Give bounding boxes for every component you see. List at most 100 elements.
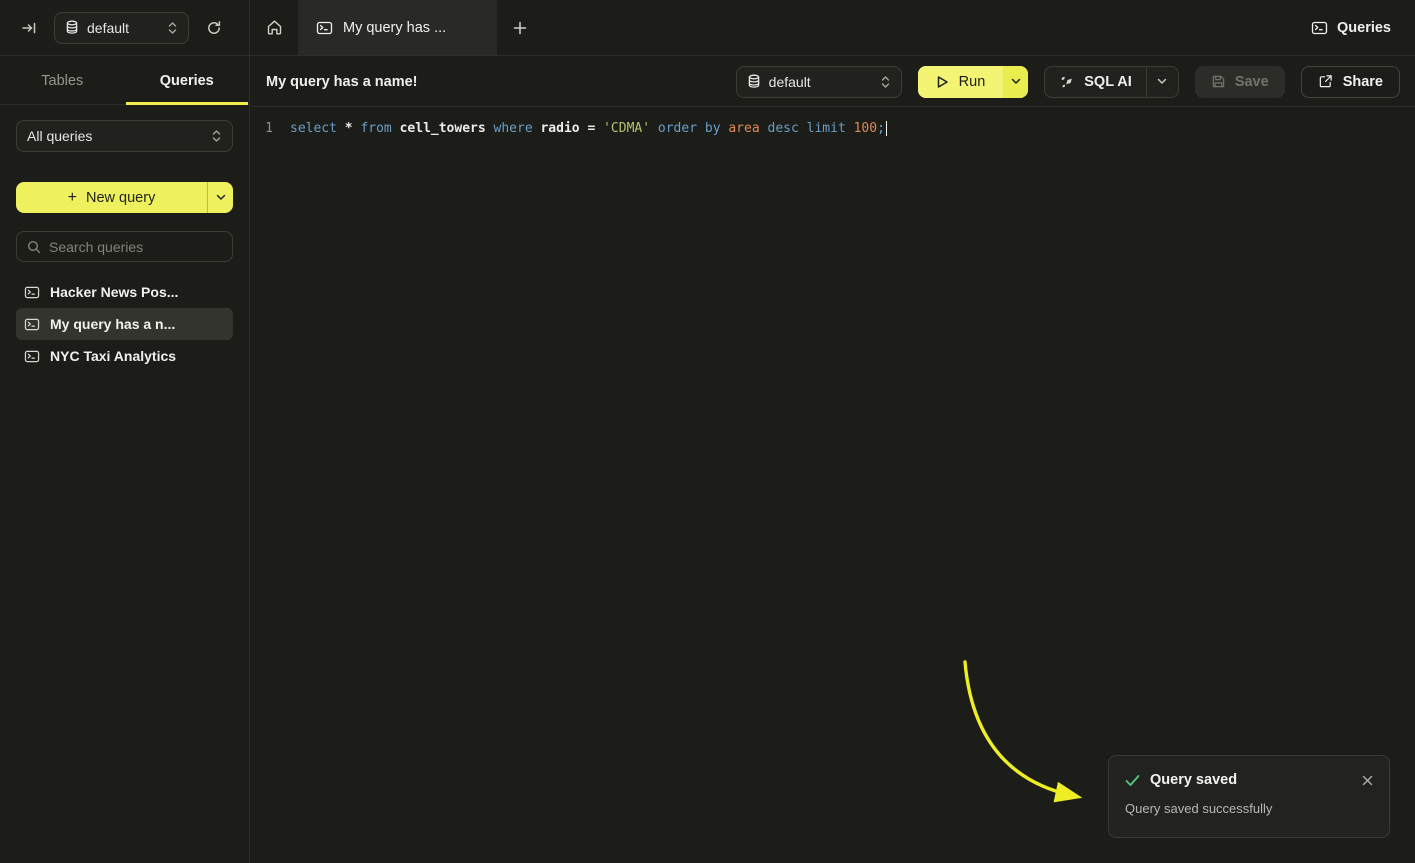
sql-token-identifier: cell_towers (400, 121, 494, 136)
terminal-icon (24, 317, 40, 332)
sql-token-identifier: * (345, 121, 361, 136)
new-query-main[interactable]: + New query (16, 182, 207, 213)
sidebar-tab-queries-label: Queries (160, 73, 214, 89)
queries-button-label: Queries (1337, 20, 1391, 36)
save-button-label: Save (1235, 74, 1269, 90)
sql-token-keyword: desc (768, 121, 807, 136)
collapse-sidebar-icon (21, 20, 37, 36)
sql-ai-label: SQL AI (1084, 74, 1132, 90)
plus-icon (513, 21, 527, 35)
check-icon (1125, 774, 1140, 787)
tab-underline (126, 102, 249, 105)
terminal-icon (316, 20, 333, 36)
main-area: My query has a name! default (251, 57, 1415, 863)
play-icon (936, 75, 949, 89)
chevron-updown-icon (880, 75, 891, 89)
sidebar-tab-tables-label: Tables (41, 73, 83, 89)
toast-query-saved: Query saved Query saved successfully (1108, 755, 1390, 838)
share-button-label: Share (1343, 74, 1383, 90)
save-button[interactable]: Save (1195, 66, 1285, 98)
line-number: 1 (251, 121, 273, 136)
sql-token-keyword: ; (877, 121, 885, 136)
sql-token-string: 'CDMA' (603, 121, 658, 136)
toast-header: Query saved (1125, 772, 1373, 788)
run-button[interactable]: Run (918, 66, 1029, 98)
terminal-icon (24, 285, 40, 300)
sql-ai-button[interactable]: SQL AI (1044, 66, 1179, 98)
home-icon (266, 19, 283, 36)
close-icon[interactable] (1362, 775, 1373, 786)
sql-code: select * from cell_towers where radio = … (290, 121, 885, 136)
database-icon (65, 20, 79, 35)
run-button-label: Run (959, 74, 986, 90)
code-line[interactable]: 1 select * from cell_towers where radio … (251, 118, 1415, 139)
terminal-icon (24, 349, 40, 364)
new-tab-button[interactable] (497, 0, 543, 55)
chevron-updown-icon (211, 129, 222, 143)
refresh-icon (206, 20, 222, 36)
chevron-down-icon (216, 194, 226, 201)
plus-icon: + (68, 190, 77, 206)
query-filter-select[interactable]: All queries (16, 120, 233, 152)
new-query-dropdown[interactable] (207, 182, 233, 213)
run-dropdown[interactable] (1003, 66, 1028, 98)
tab-my-query[interactable]: My query has ... (298, 0, 497, 55)
search-icon (27, 240, 41, 254)
query-list: Hacker News Pos... My query has a n... N… (16, 276, 233, 372)
chevron-updown-icon (167, 21, 178, 35)
sql-token-keyword: from (360, 121, 399, 136)
database-select[interactable]: default (54, 12, 189, 44)
chevron-down-icon (1157, 78, 1167, 85)
topbar: default (0, 0, 1415, 56)
home-button[interactable] (250, 0, 298, 55)
sql-ai-dropdown[interactable] (1146, 67, 1178, 97)
sql-token-keyword: select (290, 121, 345, 136)
share-icon (1318, 74, 1333, 89)
sidebar-tab-tables[interactable]: Tables (0, 57, 125, 104)
queries-button[interactable]: Queries (1299, 0, 1415, 55)
sidebar-body: All queries + New query (0, 105, 249, 372)
search-queries-box (16, 231, 233, 262)
sql-token-identifier: = (587, 121, 603, 136)
sql-ai-main[interactable]: SQL AI (1045, 67, 1146, 97)
topbar-left-section: default (0, 0, 250, 55)
tab-strip: My query has ... Queries (250, 0, 1415, 55)
query-filter-value: All queries (27, 128, 203, 144)
sql-token-field: area (728, 121, 767, 136)
run-database-value: default (769, 74, 872, 90)
collapse-sidebar-button[interactable] (14, 13, 44, 43)
query-item-label: NYC Taxi Analytics (50, 348, 176, 364)
sparkles-icon (1059, 74, 1075, 90)
sidebar-tab-queries[interactable]: Queries (125, 57, 250, 104)
new-query-button[interactable]: + New query (16, 182, 233, 213)
toast-title: Query saved (1150, 772, 1352, 788)
sql-token-identifier: radio (540, 121, 587, 136)
new-query-label: New query (86, 190, 155, 206)
database-select-value: default (87, 20, 159, 36)
chevron-down-icon (1011, 78, 1021, 85)
sidebar: Tables Queries All queries + New query (0, 57, 250, 863)
database-icon (747, 74, 761, 89)
save-icon (1211, 74, 1226, 89)
query-toolbar: My query has a name! default (251, 57, 1415, 107)
query-title: My query has a name! (266, 74, 736, 90)
sql-token-keyword: order by (658, 121, 728, 136)
run-button-main[interactable]: Run (918, 66, 1004, 98)
query-list-item[interactable]: Hacker News Pos... (16, 276, 233, 308)
sql-token-number: 100 (854, 121, 877, 136)
sql-token-keyword: limit (807, 121, 854, 136)
query-list-item[interactable]: NYC Taxi Analytics (16, 340, 233, 372)
search-queries-input[interactable] (49, 239, 230, 255)
toolbar-controls: default Run (736, 66, 1400, 98)
query-list-item-selected[interactable]: My query has a n... (16, 308, 233, 340)
sql-editor[interactable]: 1 select * from cell_towers where radio … (251, 107, 1415, 139)
query-item-label: Hacker News Pos... (50, 284, 178, 300)
sql-token-keyword: where (494, 121, 541, 136)
terminal-icon (1311, 20, 1328, 36)
tab-label: My query has ... (343, 20, 446, 36)
toast-message: Query saved successfully (1121, 801, 1373, 816)
share-button[interactable]: Share (1301, 66, 1400, 98)
refresh-button[interactable] (199, 13, 229, 43)
text-cursor (886, 121, 888, 136)
run-database-select[interactable]: default (736, 66, 902, 98)
